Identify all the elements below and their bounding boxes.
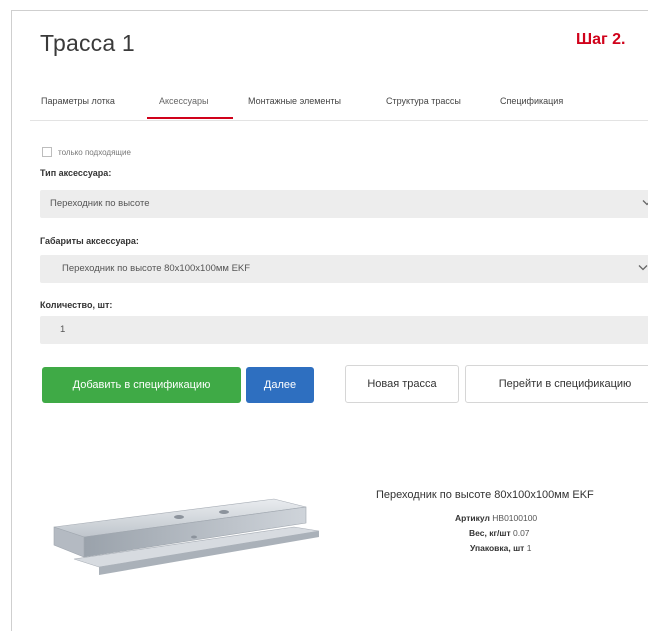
package-value: 1 [526,543,532,553]
only-matching-option[interactable]: только подходящие [42,147,131,157]
article-value: HB0100100 [492,513,538,523]
route-title: Трасса 1 [40,30,135,56]
add-to-specification-button[interactable]: Добавить в спецификацию [42,367,241,403]
step-label: Шаг 2. [576,31,626,48]
chevron-down-icon [638,264,648,274]
article-label: Артикул [455,513,490,523]
package-row: Упаковка, шт 1 [470,543,531,553]
package-label: Упаковка, шт [470,543,525,553]
tab-tray-params[interactable]: Параметры лотка [41,96,115,106]
tab-specification[interactable]: Спецификация [500,96,563,106]
chevron-down-icon [642,199,648,209]
accessory-size-value: Переходник по высоте 80х100х100мм EKF [62,263,251,274]
tab-route-structure[interactable]: Структура трассы [386,96,461,106]
product-image [44,487,334,577]
tab-accessories[interactable]: Аксессуары [159,96,208,106]
quantity-value: 1 [60,324,66,335]
new-route-button[interactable]: Новая трасса [345,365,459,403]
product-name: Переходник по высоте 80х100х100мм EKF [376,489,594,501]
accessory-type-label: Тип аксессуара: [40,168,112,178]
accessory-type-select[interactable]: Переходник по высоте [40,190,648,218]
product-info: Переходник по высоте 80х100х100мм EKF [376,489,648,501]
tab-mounting-elements[interactable]: Монтажные элементы [248,96,341,106]
weight-value: 0.07 [512,528,530,538]
weight-row: Вес, кг/шт 0.07 [469,528,530,538]
active-tab-indicator [147,117,233,119]
tab-bar: Параметры лотка Аксессуары Монтажные эле… [30,88,648,121]
accessory-size-label: Габариты аксессуара: [40,236,139,246]
next-button[interactable]: Далее [246,367,314,403]
only-matching-label: только подходящие [58,147,131,157]
accessory-type-value: Переходник по высоте [50,198,150,209]
only-matching-checkbox[interactable] [42,147,52,157]
weight-label: Вес, кг/шт [469,528,511,538]
accessory-size-select[interactable]: Переходник по высоте 80х100х100мм EKF [40,255,648,283]
quantity-label: Количество, шт: [40,300,113,310]
article-row: Артикул HB0100100 [455,513,537,523]
quantity-input[interactable]: 1 [40,316,648,344]
go-to-specification-button[interactable]: Перейти в спецификацию [465,365,648,403]
